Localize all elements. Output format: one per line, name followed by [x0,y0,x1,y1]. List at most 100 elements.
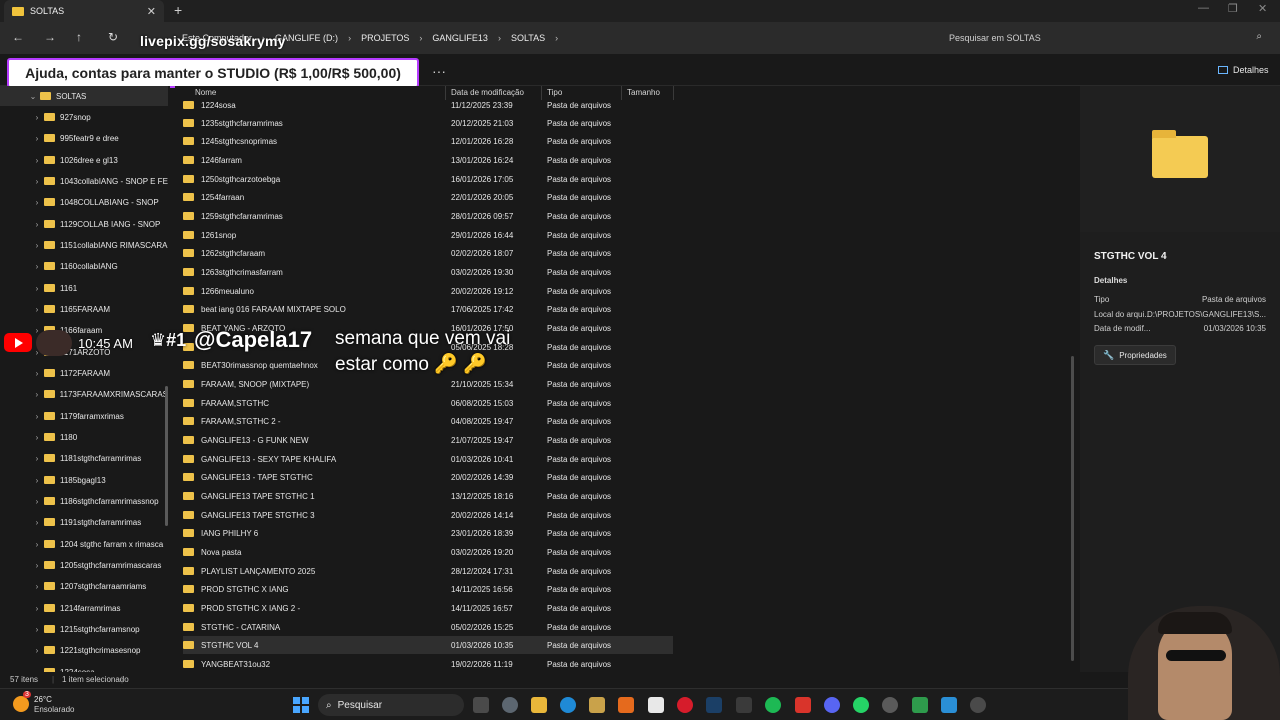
sidebar-item[interactable]: › 1186stgthcfarramrimassnop [0,491,168,511]
obs-icon[interactable] [882,697,898,713]
refresh-button[interactable]: ↻ [108,30,118,44]
fl-studio-icon[interactable] [618,697,634,713]
media-player-icon[interactable] [970,697,986,713]
sidebar-item[interactable]: › 1204 stgthc farram x rimasca [0,534,168,554]
opera-icon[interactable] [677,697,693,713]
file-explorer-icon[interactable] [531,697,547,713]
sidebar-item[interactable]: › 1205stgthcfarramrimascaras [0,555,168,575]
back-button[interactable]: ← [12,30,24,44]
file-row-selected[interactable]: STGTHC VOL 4 01/03/2026 10:35 Pasta de arq… [183,636,673,654]
file-row[interactable]: FARAAM,STGTHC 2 - 04/08/2025 19:47 Pasta d… [183,412,673,430]
sidebar-item[interactable]: › 1215stgthcfarramsnop [0,619,168,639]
file-row[interactable]: 1263stgthcrimasfarram 03/02/2026 19:30 Pas… [183,263,673,281]
chevron-right-icon: › [35,475,39,485]
sidebar-item[interactable]: › 1221stgthcrimasesnop [0,640,168,660]
app-icon[interactable] [941,697,957,713]
sidebar-item[interactable]: › 1048COLLABIANG - SNOP [0,192,168,212]
file-row[interactable]: GANGLIFE13 TAPE STGTHC 1 13/12/2025 18:16… [183,487,673,505]
file-type: Pasta de arquivos [547,603,612,613]
sidebar-item[interactable]: › 1179farramxrimas [0,406,168,426]
file-row[interactable]: IANG PHILHY 6 23/01/2026 18:39 Pasta de ar… [183,524,673,542]
file-row[interactable]: 1245stgthcsnoprimas 12/01/2026 16:28 Pasta… [183,132,673,150]
sidebar-item[interactable]: › 1180 [0,427,168,447]
sidebar-item[interactable]: › 1129COLLAB IANG - SNOP [0,214,168,234]
sidebar-item[interactable]: › 1185bgagl13 [0,470,168,490]
start-button[interactable] [293,697,309,713]
discord-icon[interactable] [824,697,840,713]
up-button[interactable]: ↑ [76,30,82,44]
new-tab-button[interactable]: + [174,2,182,18]
details-button[interactable]: Detalhes [1218,65,1269,75]
whatsapp-icon[interactable] [853,697,869,713]
weather-temperature[interactable]: 26°C [34,695,52,704]
sidebar-item-soltas[interactable]: ⌄ SOLTAS [0,86,168,106]
sidebar-item[interactable]: › 1161 [0,278,168,298]
search-input[interactable]: Pesquisar em SOLTAS ⌕ [940,27,1272,49]
weather-description[interactable]: Ensolarado [34,705,74,714]
file-row[interactable]: 1235stgthcfarramrimas 20/12/2025 21:03 Pas… [183,114,673,132]
sidebar-item[interactable]: › 1043collabIANG - SNOP E FE [0,171,168,191]
sidebar-item[interactable]: › 1151collabIANG RIMASCARA [0,235,168,255]
breadcrumb-item[interactable]: SOLTAS [511,33,545,43]
column-divider[interactable] [673,86,674,100]
weather-icon[interactable] [13,696,29,712]
spotify-icon[interactable] [765,697,781,713]
sidebar-item[interactable]: › 1173FARAAMXRIMASCARAS [0,384,168,404]
app-icon[interactable] [912,697,928,713]
sidebar-item[interactable]: › 927snop [0,107,168,127]
file-row[interactable]: PLAYLIST LANÇAMENTO 2025 28/12/2024 17:31… [183,562,673,580]
notepad-icon[interactable] [648,697,664,713]
file-row[interactable]: FARAAM,STGTHC 06/08/2025 15:03 Pasta de ar… [183,394,673,412]
file-row[interactable]: 1254farraan 22/01/2026 20:05 Pasta de arqu… [183,188,673,206]
sidebar-scrollbar[interactable] [165,386,168,526]
close-icon[interactable]: ✕ [147,5,156,18]
taskbar-search[interactable]: ⌕ Pesquisar [318,694,464,716]
file-row[interactable]: STGTHC - CATARINA 05/02/2026 15:25 Pasta d… [183,618,673,636]
sidebar-item-label: 995featr9 e dree [60,133,119,143]
app-icon[interactable] [589,697,605,713]
forward-button[interactable]: → [44,30,56,44]
copilot-icon[interactable] [502,697,518,713]
sidebar-item[interactable]: ⌄ 1224sosa [0,662,168,672]
sidebar-item[interactable]: › 995featr9 e dree [0,128,168,148]
app-icon[interactable] [795,697,811,713]
file-row[interactable]: PROD STGTHC X IANG 14/11/2025 16:56 Pasta … [183,580,673,598]
minimize-button[interactable]: — [1198,2,1209,14]
task-view-icon[interactable] [473,697,489,713]
steam-icon[interactable] [706,697,722,713]
maximize-button[interactable]: ❐ [1228,2,1238,15]
file-row[interactable]: 1246farram 13/01/2026 16:24 Pasta de arqui… [183,151,673,169]
file-row[interactable]: 1224sosa 11/12/2025 23:39 Pasta de arquivo… [183,96,673,114]
sidebar-item[interactable]: › 1172FARAAM [0,363,168,383]
breadcrumb-item[interactable]: GANGLIFE13 [432,33,488,43]
file-row[interactable]: 1262stgthcfaraam 02/02/2026 18:07 Pasta de… [183,244,673,262]
sidebar-item[interactable]: › 1191stgthcfarramrimas [0,512,168,532]
sidebar-item[interactable]: › 1026dree e gl13 [0,150,168,170]
folder-icon [44,412,55,420]
edge-icon[interactable] [560,697,576,713]
sidebar-item[interactable]: › 1181stgthcfarramrimas [0,448,168,468]
file-row[interactable]: GANGLIFE13 - SEXY TAPE KHALIFA 01/03/2026… [183,450,673,468]
breadcrumb-item[interactable]: PROJETOS [361,33,409,43]
properties-button[interactable]: 🔧 Propriedades [1094,345,1176,365]
file-row[interactable]: PROD STGTHC X IANG 2 - 14/11/2025 16:57 Pa… [183,599,673,617]
file-row[interactable]: beat iang 016 FARAAM MIXTAPE SOLO 17/06/2… [183,300,673,318]
sidebar-item[interactable]: › 1165FARAAM [0,299,168,319]
app-icon[interactable] [736,697,752,713]
tab-soltas[interactable]: SOLTAS ✕ [4,0,164,22]
more-options-icon[interactable]: ··· [432,63,446,79]
file-row[interactable]: 1259stgthcfarramrimas 28/01/2026 09:57 Pas… [183,207,673,225]
sidebar-item[interactable]: › 1160collabIANG [0,256,168,276]
file-row[interactable]: GANGLIFE13 - TAPE STGTHC 20/02/2026 14:39… [183,468,673,486]
file-row[interactable]: Nova pasta 03/02/2026 19:20 Pasta de arqui… [183,543,673,561]
file-row[interactable]: 1266meualuno 20/02/2026 19:12 Pasta de arq… [183,282,673,300]
file-row[interactable]: 1250stgthcarzotoebga 16/01/2026 17:05 Past… [183,170,673,188]
file-row[interactable]: GANGLIFE13 - G FUNK NEW 21/07/2025 19:47 P… [183,431,673,449]
file-row[interactable]: 1261snop 29/01/2026 16:44 Pasta de arquivo… [183,226,673,244]
sidebar-item[interactable]: › 1214farramrimas [0,598,168,618]
close-window-button[interactable]: ✕ [1258,2,1267,15]
file-row[interactable]: YANGBEAT31ou32 19/02/2026 11:19 Pasta de a… [183,655,673,672]
file-row[interactable]: GANGLIFE13 TAPE STGTHC 3 20/02/2026 14:14… [183,506,673,524]
sidebar-item[interactable]: › 1207stgthcfarraamriams [0,576,168,596]
file-list-scrollbar[interactable] [1071,356,1074,661]
